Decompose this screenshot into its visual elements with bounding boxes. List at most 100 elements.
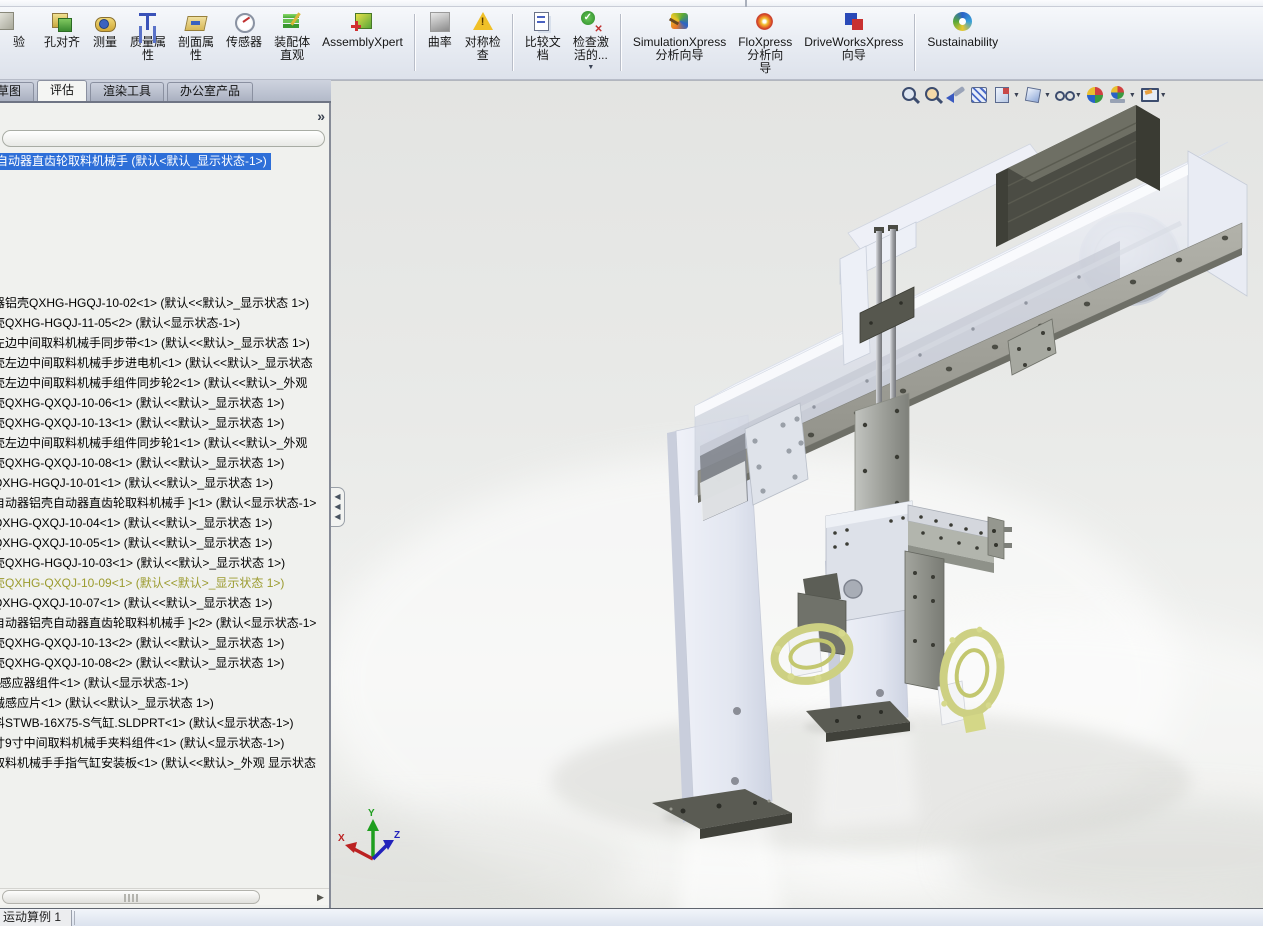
symmetry-check-icon <box>470 10 496 35</box>
toolbar-separator: ▼ <box>620 14 622 71</box>
tree-item[interactable]: 壳QXHG-QXQJ-10-09<1> (默认<<默认>_显示状态 1>) <box>0 573 316 593</box>
dropdown-arrow-icon: ▼ <box>1129 92 1136 99</box>
tree-item[interactable]: 壳QXHG-QXQJ-10-06<1> (默认<<默认>_显示状态 1>) <box>0 393 316 413</box>
toolbar-separator: ▼ <box>512 14 514 71</box>
dropdown-arrow-icon: ▼ <box>1075 92 1082 99</box>
mass-properties-icon <box>135 10 161 35</box>
tree-item[interactable]: QXHG-QXQJ-10-05<1> (默认<<默认>_显示状态 1>) <box>0 533 316 553</box>
motion-study-tab[interactable]: 运动算例 1 <box>0 910 72 926</box>
tree-item[interactable]: 壳左边中间取料机械手组件同步轮1<1> (默认<<默认>_外观 <box>0 433 316 453</box>
display-style-icon <box>1023 85 1043 105</box>
assembly-root-item[interactable]: 自动器直齿轮取料机械手 (默认<默认_显示状态-1>) <box>0 152 271 169</box>
check-active-icon <box>578 10 604 35</box>
tree-item[interactable]: 壳左边中间取料机械手步进电机<1> (默认<<默认>_显示状态 <box>0 353 316 373</box>
simulationxpress-button[interactable]: SimulationXpress 分析向导 ▼ <box>633 10 726 62</box>
tree-item[interactable]: 1感应器组件<1> (默认<显示状态-1>) <box>0 673 316 693</box>
sustainability-button[interactable]: Sustainability ▼ <box>927 10 998 49</box>
zoom-to-fit-button[interactable]: ▼ <box>900 85 920 105</box>
tree-item[interactable]: 壳QXHG-QXQJ-10-13<1> (默认<<默认>_显示状态 1>) <box>0 413 316 433</box>
assemblyxpert-button[interactable]: AssemblyXpert ▼ <box>322 10 403 49</box>
curvature-icon <box>427 10 453 35</box>
tree-item[interactable]: 器铝壳QXHG-HGQJ-10-02<1> (默认<<默认>_显示状态 1>) <box>0 293 316 313</box>
feature-tree: 器铝壳QXHG-HGQJ-10-02<1> (默认<<默认>_显示状态 1>)壳… <box>0 293 316 773</box>
graphics-viewport[interactable]: X Y Z ▼ ▼ ▼ ▼ <box>331 80 1263 908</box>
section-properties-icon <box>183 10 209 35</box>
view-settings-button[interactable]: ▼ <box>1139 85 1167 105</box>
toolbar-items: 验 ▼ 孔对齐 ▼ 测量 ▼ 质量属 性 ▼ 剖面属 性 ▼ <box>0 10 1004 75</box>
edit-appearance-icon <box>1085 85 1105 105</box>
scrollbar-thumb[interactable] <box>2 890 260 904</box>
heads-up-view-toolbar: ▼ ▼ ▼ ▼ ▼ ▼ ▼ <box>900 85 1167 105</box>
status-bar-separator <box>74 911 75 925</box>
scrollbar-right-arrow-icon[interactable]: ▶ <box>314 891 327 904</box>
dropdown-arrow-icon: ▼ <box>1160 92 1167 99</box>
hide-show-items-button[interactable]: ▼ <box>1054 85 1082 105</box>
tree-item[interactable]: 取料机械手手指气缸安装板<1> (默认<<默认>_外观 显示状态 <box>0 753 316 773</box>
section-view-icon <box>969 85 989 105</box>
model-canvas[interactable]: X Y Z <box>331 81 1263 908</box>
zoom-to-fit-icon <box>900 85 920 105</box>
display-style-button[interactable]: ▼ <box>1023 85 1051 105</box>
compare-documents-icon <box>530 10 556 35</box>
mass-properties-button[interactable]: 质量属 性 ▼ <box>130 10 166 62</box>
compare-documents-button[interactable]: 比较文 档 ▼ <box>525 10 561 62</box>
assembly-visualization-button[interactable]: 装配体 直观 ▼ <box>274 10 310 62</box>
tree-item[interactable]: 壳左边中间取料机械手组件同步轮2<1> (默认<<默认>_外观 <box>0 373 316 393</box>
apply-scene-button[interactable]: ▼ <box>1108 85 1136 105</box>
curvature-button[interactable]: 曲率 ▼ <box>427 10 453 49</box>
check-active-button[interactable]: 检查激 活的... ▼ <box>573 10 609 71</box>
hole-alignment-button[interactable]: 孔对齐 ▼ <box>44 10 80 49</box>
tree-item[interactable]: 壳QXHG-HGQJ-10-03<1> (默认<<默认>_显示状态 1>) <box>0 553 316 573</box>
section-view-button[interactable]: ▼ <box>969 85 989 105</box>
tree-item[interactable]: 左边中间取料机械手同步带<1> (默认<<默认>_显示状态 1>) <box>0 333 316 353</box>
previous-view-icon <box>946 85 966 105</box>
feature-tree-filter-box[interactable] <box>2 130 325 147</box>
driveworksxpress-button[interactable]: DriveWorksXpress 向导 ▼ <box>804 10 903 62</box>
assembly-visualization-icon <box>279 10 305 35</box>
tree-item[interactable]: QXHG-QXQJ-10-07<1> (默认<<默认>_显示状态 1>) <box>0 593 316 613</box>
sustainability-icon <box>950 10 976 35</box>
driveworksxpress-icon <box>841 10 867 35</box>
previous-view-button[interactable]: ▼ <box>946 85 966 105</box>
panel-horizontal-scrollbar[interactable]: ▶ <box>0 888 329 905</box>
panel-expand-chevron-icon[interactable]: » <box>317 108 325 124</box>
panel-splitter[interactable]: ◀ ◀ ◀ <box>331 487 345 527</box>
tree-item[interactable]: 壳QXHG-HGQJ-11-05<2> (默认<显示状态-1>) <box>0 313 316 333</box>
tree-item[interactable]: 械感应片<1> (默认<<默认>_显示状态 1>) <box>0 693 316 713</box>
tree-item[interactable]: 寸9寸中间取料机械手夹料组件<1> (默认<显示状态-1>) <box>0 733 316 753</box>
exam-icon <box>6 10 32 35</box>
command-manager-toolbar: 验 ▼ 孔对齐 ▼ 测量 ▼ 质量属 性 ▼ 剖面属 性 ▼ <box>0 7 1263 80</box>
status-bar: 运动算例 1 <box>0 908 1263 926</box>
measure-icon <box>92 10 118 35</box>
tab-evaluate[interactable]: 评估 <box>37 80 87 101</box>
dropdown-arrow-icon: ▼ <box>587 64 594 71</box>
tree-item[interactable]: 料STWB-16X75-S气缸.SLDPRT<1> (默认<显示状态-1>) <box>0 713 316 733</box>
tab-render-tools[interactable]: 渲染工具 <box>90 82 164 101</box>
section-properties-button[interactable]: 剖面属 性 ▼ <box>178 10 214 62</box>
menu-bar-strip <box>0 0 1263 7</box>
tab-office-products[interactable]: 办公室产品 <box>167 82 253 101</box>
tree-item[interactable]: 自动器铝壳自动器直齿轮取料机械手 ]<2> (默认<显示状态-1> <box>0 613 316 633</box>
solidworks-window: 验 ▼ 孔对齐 ▼ 测量 ▼ 质量属 性 ▼ 剖面属 性 ▼ <box>0 0 1263 926</box>
view-orientation-button[interactable]: ▼ <box>992 85 1020 105</box>
tree-item[interactable]: 壳QXHG-QXQJ-10-13<2> (默认<<默认>_显示状态 1>) <box>0 633 316 653</box>
tree-item[interactable]: 壳QXHG-QXQJ-10-08<1> (默认<<默认>_显示状态 1>) <box>0 453 316 473</box>
tab-sketch[interactable]: 草图 <box>0 82 34 101</box>
examine-button[interactable]: 验 ▼ <box>6 10 32 49</box>
floxpress-button[interactable]: FloXpress 分析向 导 ▼ <box>738 10 792 75</box>
tree-item[interactable]: 自动器铝壳自动器直齿轮取料机械手 ]<1> (默认<显示状态-1> <box>0 493 316 513</box>
measure-button[interactable]: 测量 ▼ <box>92 10 118 49</box>
toolbar-separator: ▼ <box>414 14 416 71</box>
apply-scene-icon <box>1108 85 1128 105</box>
zoom-to-area-button[interactable]: ▼ <box>923 85 943 105</box>
hide-show-items-icon <box>1054 85 1074 105</box>
symmetry-check-button[interactable]: 对称检 查 ▼ <box>465 10 501 62</box>
edit-appearance-button[interactable]: ▼ <box>1085 85 1105 105</box>
ribbon-tab-bar: 草图 评估 渲染工具 办公室产品 <box>0 80 331 103</box>
sensor-icon <box>231 10 257 35</box>
tree-item[interactable]: 壳QXHG-QXQJ-10-08<2> (默认<<默认>_显示状态 1>) <box>0 653 316 673</box>
tree-item[interactable]: QXHG-QXQJ-10-04<1> (默认<<默认>_显示状态 1>) <box>0 513 316 533</box>
window-divider <box>745 0 747 7</box>
tree-item[interactable]: QXHG-HGQJ-10-01<1> (默认<<默认>_显示状态 1>) <box>0 473 316 493</box>
sensor-button[interactable]: 传感器 ▼ <box>226 10 262 49</box>
